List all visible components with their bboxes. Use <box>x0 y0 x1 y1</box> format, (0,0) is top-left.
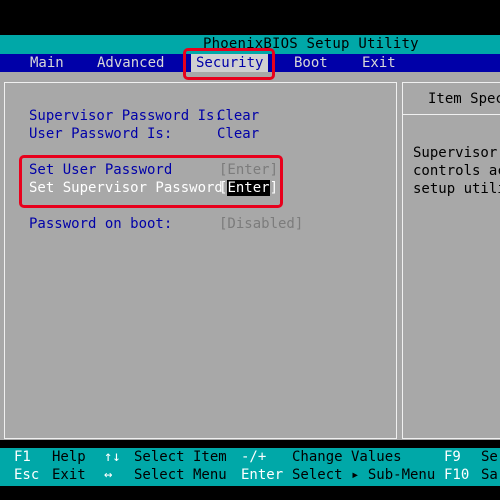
help-title: Item Speci <box>428 91 500 107</box>
menu-exit[interactable]: Exit <box>360 54 398 72</box>
enter-key: Enter <box>241 467 284 483</box>
menu-advanced[interactable]: Advanced <box>95 54 166 72</box>
select-submenu-text: Select ▸ Sub-Menu <box>292 467 436 483</box>
status-bar: F1 Help ↑↓ Select Item -/+ Change Values… <box>0 448 500 486</box>
change-values-text: Change Values <box>292 449 402 465</box>
save-exit-text: Sa <box>481 467 498 483</box>
help-divider <box>402 114 500 115</box>
settings-panel: Supervisor Password Is: Clear User Passw… <box>0 72 400 440</box>
help-text: Help <box>52 449 86 465</box>
setup-defaults-text: Se <box>481 449 498 465</box>
select-item-text: Select Item <box>134 449 227 465</box>
menu-boot[interactable]: Boot <box>292 54 330 72</box>
menu-main[interactable]: Main <box>28 54 66 72</box>
help-line-2: controls acc <box>413 163 500 179</box>
minus-plus-key: -/+ <box>241 449 267 465</box>
f1-key: F1 <box>14 449 31 465</box>
f9-key: F9 <box>444 449 461 465</box>
supervisor-password-status-value: Clear <box>217 108 260 124</box>
f10-key: F10 <box>444 467 470 483</box>
left-right-arrows-icon: ↔ <box>104 467 113 483</box>
password-options-annotation <box>19 155 283 208</box>
security-tab-annotation <box>183 48 275 80</box>
up-down-arrows-icon: ↑↓ <box>104 449 121 465</box>
help-line-3: setup utilit <box>413 181 500 197</box>
help-frame <box>402 82 500 439</box>
help-panel: Item Speci Supervisor P controls acc set… <box>400 72 500 440</box>
help-line-1: Supervisor P <box>413 145 498 161</box>
password-on-boot-value[interactable]: [Disabled] <box>219 216 303 232</box>
password-on-boot-label[interactable]: Password on boot: <box>29 216 172 232</box>
select-menu-text: Select Menu <box>134 467 227 483</box>
user-password-status-label: User Password Is: <box>29 126 173 142</box>
user-password-status-value: Clear <box>217 126 260 142</box>
exit-text: Exit <box>52 467 86 483</box>
esc-key: Esc <box>14 467 40 483</box>
supervisor-password-status-label: Supervisor Password Is: <box>29 108 223 124</box>
